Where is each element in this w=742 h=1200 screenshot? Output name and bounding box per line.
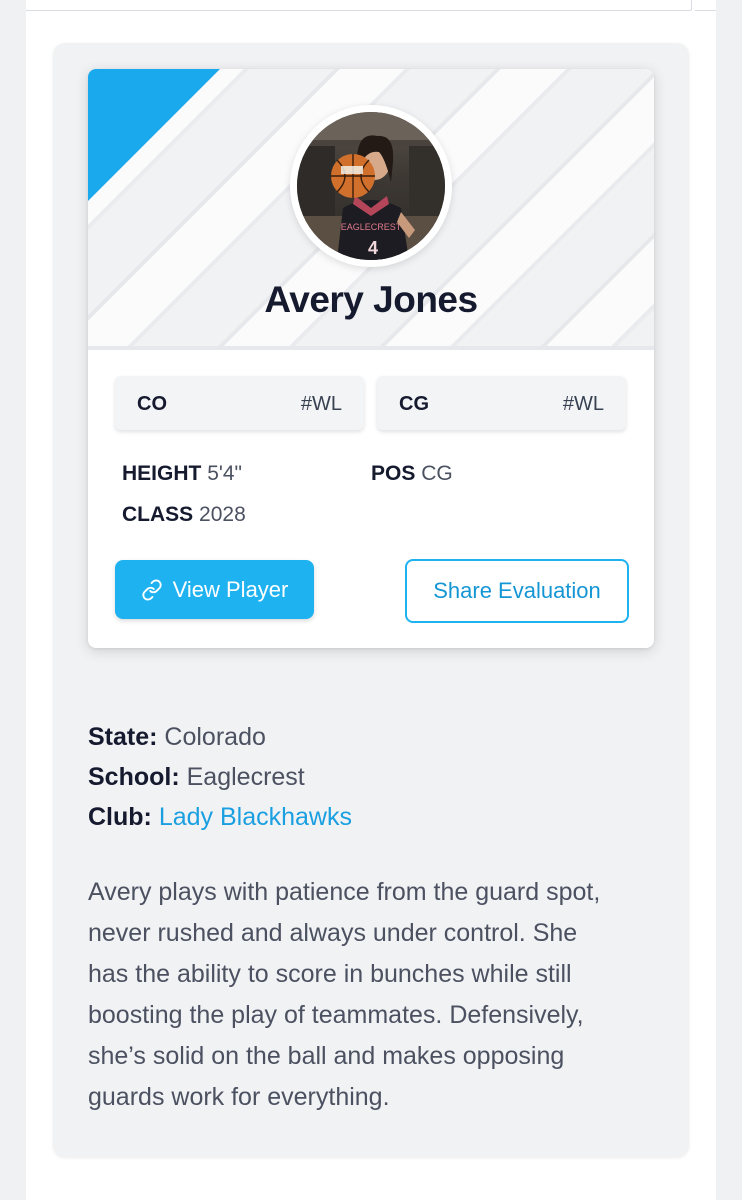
previous-section-edge [26, 0, 692, 11]
player-name: Avery Jones [264, 279, 478, 320]
bio-line: never rushed and always under control. S… [88, 919, 578, 947]
bio-line: guards work for everything. [88, 1083, 390, 1111]
position-rank-label: CG [399, 393, 429, 415]
jersey-wordmark: EAGLECREST [341, 222, 402, 232]
view-player-label: View Player [172, 576, 289, 602]
bio-line: she’s solid on the ball and makes opposi… [88, 1042, 565, 1070]
player-evaluation-text: Avery plays with patience from the guard… [88, 872, 658, 1118]
state-rank-value: #WL [300, 393, 342, 415]
player-avatar: EAGLECREST 4 [290, 105, 452, 267]
club-link[interactable]: Lady Blackhawks [159, 803, 352, 831]
state-info: State: Colorado [88, 723, 266, 752]
bio-line: boosting the play of teammates. Defensiv… [88, 1001, 584, 1029]
school-info: School: Eaglecrest [88, 763, 305, 792]
position-label: POS [371, 462, 416, 485]
position-value: CG [421, 462, 453, 485]
hero-divider [88, 346, 654, 350]
height-value: 5'4" [207, 462, 243, 485]
position-rank-value: #WL [562, 393, 604, 415]
state-info-label: State: [88, 723, 158, 751]
previous-section-edge-right [695, 0, 716, 11]
bio-line: has the ability to score in bunches whil… [88, 960, 572, 988]
class-label: CLASS [122, 503, 194, 526]
state-info-value: Colorado [164, 723, 266, 751]
share-evaluation-button[interactable]: Share Evaluation [405, 559, 629, 623]
accent-corner [88, 69, 220, 201]
position-stat: POS CG [371, 462, 453, 486]
player-photo: EAGLECREST 4 [297, 112, 445, 260]
link-icon [141, 578, 163, 601]
school-info-value: Eaglecrest [186, 763, 305, 791]
club-info-label: Club: [88, 803, 152, 831]
class-stat: CLASS 2028 [122, 503, 246, 527]
class-value: 2028 [199, 503, 246, 526]
player-profile-card: EAGLECREST 4 Avery Jones CO #WL CG #WL H… [88, 69, 654, 648]
state-rank-label: CO [137, 393, 167, 415]
position-rank-box: CG #WL [377, 376, 626, 430]
club-info: Club: Lady Blackhawks [88, 803, 352, 832]
height-label: HEIGHT [122, 462, 202, 485]
bio-line: Avery plays with patience from the guard… [88, 878, 601, 906]
school-info-label: School: [88, 763, 180, 791]
jersey-number: 4 [368, 238, 378, 258]
height-stat: HEIGHT 5'4" [122, 462, 242, 486]
share-evaluation-label: Share Evaluation [433, 578, 601, 603]
player-photo-illustration: EAGLECREST 4 [297, 112, 445, 260]
view-player-button[interactable]: View Player [115, 560, 314, 619]
state-rank-box: CO #WL [115, 376, 364, 430]
